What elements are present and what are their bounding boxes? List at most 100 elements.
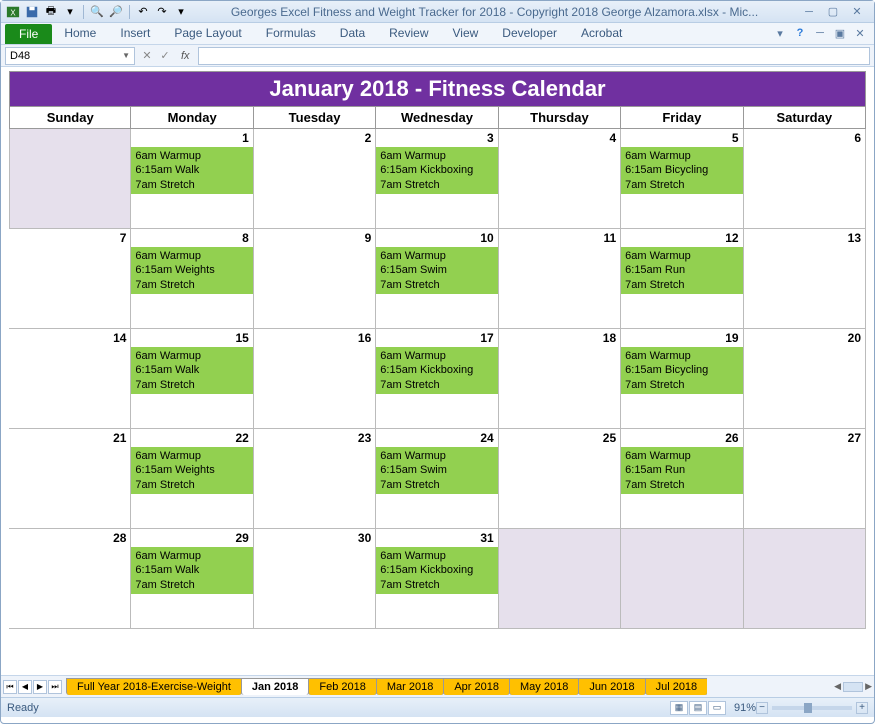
calendar-cell[interactable]: 316am Warmup6:15am Kickboxing7am Stretch bbox=[376, 529, 498, 629]
tab-nav-last-icon[interactable]: ⏭ bbox=[48, 680, 62, 694]
maximize-icon[interactable]: ▢ bbox=[824, 5, 842, 19]
ribbon-tab-page-layout[interactable]: Page Layout bbox=[162, 22, 253, 44]
tab-nav-first-icon[interactable]: ⏮ bbox=[3, 680, 17, 694]
calendar-cell[interactable]: 106am Warmup6:15am Swim7am Stretch bbox=[376, 229, 498, 329]
zoom-in-icon[interactable]: + bbox=[856, 702, 868, 714]
ribbon-tab-view[interactable]: View bbox=[441, 22, 491, 44]
close-icon[interactable]: ✕ bbox=[848, 5, 866, 19]
calendar-cell[interactable]: 296am Warmup6:15am Walk7am Stretch bbox=[131, 529, 253, 629]
doc-restore-icon[interactable]: ▣ bbox=[832, 25, 848, 41]
calendar-cell[interactable]: 7 bbox=[9, 229, 131, 329]
calendar-cell[interactable]: 4 bbox=[499, 129, 621, 229]
calendar-cell[interactable]: 25 bbox=[499, 429, 621, 529]
name-box-dropdown-icon[interactable]: ▼ bbox=[122, 51, 130, 60]
ribbon-tab-review[interactable]: Review bbox=[377, 22, 440, 44]
ribbon-tab-acrobat[interactable]: Acrobat bbox=[569, 22, 634, 44]
replace-icon[interactable]: 🔎 bbox=[108, 4, 124, 20]
calendar-cell[interactable]: 56am Warmup6:15am Bicycling7am Stretch bbox=[621, 129, 743, 229]
sheet-tab-jun-2018[interactable]: Jun 2018 bbox=[578, 678, 645, 695]
sheet-tab-apr-2018[interactable]: Apr 2018 bbox=[443, 678, 510, 695]
doc-close-icon[interactable]: ✕ bbox=[852, 25, 868, 41]
day-number: 2 bbox=[365, 131, 372, 145]
sheet-tab-jan-2018[interactable]: Jan 2018 bbox=[241, 678, 309, 695]
doc-minimize-icon[interactable]: ─ bbox=[812, 25, 828, 41]
event-item: 6:15am Kickboxing bbox=[380, 163, 493, 177]
zoom-slider[interactable] bbox=[772, 706, 852, 710]
view-normal-icon[interactable]: ▦ bbox=[670, 701, 688, 715]
calendar-cell[interactable]: 196am Warmup6:15am Bicycling7am Stretch bbox=[621, 329, 743, 429]
cancel-formula-icon[interactable]: ✕ bbox=[139, 49, 155, 62]
calendar-cell[interactable]: 246am Warmup6:15am Swim7am Stretch bbox=[376, 429, 498, 529]
hscroll-right-icon[interactable]: ▶ bbox=[865, 681, 872, 692]
calendar-cell[interactable]: 36am Warmup6:15am Kickboxing7am Stretch bbox=[376, 129, 498, 229]
calendar-cell[interactable]: 18 bbox=[499, 329, 621, 429]
help-icon[interactable]: ? bbox=[792, 25, 808, 41]
view-pagebreak-icon[interactable]: ▭ bbox=[708, 701, 726, 715]
enter-formula-icon[interactable]: ✓ bbox=[157, 49, 173, 62]
day-number: 31 bbox=[480, 531, 493, 545]
calendar-cell[interactable] bbox=[621, 529, 743, 629]
name-box[interactable]: D48 ▼ bbox=[5, 47, 135, 65]
calendar-cell[interactable] bbox=[499, 529, 621, 629]
find-icon[interactable]: 🔍 bbox=[89, 4, 105, 20]
ribbon-tab-data[interactable]: Data bbox=[328, 22, 377, 44]
day-number: 25 bbox=[603, 431, 616, 445]
calendar-cell[interactable]: 86am Warmup6:15am Weights7am Stretch bbox=[131, 229, 253, 329]
undo-icon[interactable]: ↶ bbox=[135, 4, 151, 20]
excel-icon[interactable]: X bbox=[5, 4, 21, 20]
formula-input[interactable] bbox=[198, 47, 870, 65]
calendar-cell[interactable]: 2 bbox=[254, 129, 376, 229]
calendar-cell[interactable]: 176am Warmup6:15am Kickboxing7am Stretch bbox=[376, 329, 498, 429]
zoom-out-icon[interactable]: − bbox=[756, 702, 768, 714]
calendar-cell[interactable]: 30 bbox=[254, 529, 376, 629]
calendar-cell[interactable]: 226am Warmup6:15am Weights7am Stretch bbox=[131, 429, 253, 529]
sheet-tab-feb-2018[interactable]: Feb 2018 bbox=[308, 678, 376, 695]
calendar-cell[interactable]: 27 bbox=[744, 429, 866, 529]
day-number: 29 bbox=[235, 531, 248, 545]
sheet-tab-may-2018[interactable]: May 2018 bbox=[509, 678, 579, 695]
hscroll-track[interactable] bbox=[843, 682, 863, 692]
calendar-cell[interactable]: 13 bbox=[744, 229, 866, 329]
calendar-cell[interactable]: 156am Warmup6:15am Walk7am Stretch bbox=[131, 329, 253, 429]
calendar-cell[interactable]: 28 bbox=[9, 529, 131, 629]
sheet-tab-mar-2018[interactable]: Mar 2018 bbox=[376, 678, 444, 695]
calendar-cell[interactable]: 20 bbox=[744, 329, 866, 429]
calendar-cell[interactable] bbox=[9, 129, 131, 229]
day-number: 15 bbox=[235, 331, 248, 345]
calendar-cell[interactable]: 266am Warmup6:15am Run7am Stretch bbox=[621, 429, 743, 529]
calendar-cell[interactable]: 6 bbox=[744, 129, 866, 229]
print-icon[interactable]: 🖶 bbox=[43, 4, 59, 20]
calendar-cell[interactable]: 11 bbox=[499, 229, 621, 329]
calendar-cell[interactable]: 23 bbox=[254, 429, 376, 529]
ribbon-tab-formulas[interactable]: Formulas bbox=[254, 22, 328, 44]
calendar-cell[interactable] bbox=[744, 529, 866, 629]
tab-nav-next-icon[interactable]: ▶ bbox=[33, 680, 47, 694]
file-tab[interactable]: File bbox=[5, 24, 52, 44]
ribbon-minimize-icon[interactable]: ▾ bbox=[772, 25, 788, 41]
qat-customize-icon[interactable]: ▾ bbox=[173, 4, 189, 20]
calendar-cell[interactable]: 9 bbox=[254, 229, 376, 329]
worksheet-area[interactable]: January 2018 - Fitness Calendar SundayMo… bbox=[1, 67, 874, 675]
zoom-level[interactable]: 91% bbox=[734, 702, 756, 714]
calendar-cell[interactable]: 16am Warmup6:15am Walk7am Stretch bbox=[131, 129, 253, 229]
ribbon-tab-insert[interactable]: Insert bbox=[108, 22, 162, 44]
ribbon-tab-home[interactable]: Home bbox=[52, 22, 108, 44]
day-header: Tuesday bbox=[254, 107, 376, 129]
print-preview-icon[interactable]: ▾ bbox=[62, 4, 78, 20]
save-icon[interactable] bbox=[24, 4, 40, 20]
event-item: 6am Warmup bbox=[380, 549, 493, 563]
calendar-cell[interactable]: 21 bbox=[9, 429, 131, 529]
tab-nav-prev-icon[interactable]: ◀ bbox=[18, 680, 32, 694]
calendar-cell[interactable]: 16 bbox=[254, 329, 376, 429]
calendar-title: January 2018 - Fitness Calendar bbox=[9, 71, 866, 107]
fx-label[interactable]: fx bbox=[177, 50, 194, 62]
redo-icon[interactable]: ↷ bbox=[154, 4, 170, 20]
calendar-cell[interactable]: 126am Warmup6:15am Run7am Stretch bbox=[621, 229, 743, 329]
ribbon-tab-developer[interactable]: Developer bbox=[490, 22, 569, 44]
sheet-tab-full-year-2018-exercise-weight[interactable]: Full Year 2018-Exercise-Weight bbox=[66, 678, 242, 695]
sheet-tab-jul-2018[interactable]: Jul 2018 bbox=[645, 678, 708, 695]
view-layout-icon[interactable]: ▤ bbox=[689, 701, 707, 715]
hscroll-left-icon[interactable]: ◀ bbox=[834, 681, 841, 692]
calendar-cell[interactable]: 14 bbox=[9, 329, 131, 429]
minimize-icon[interactable]: ─ bbox=[800, 5, 818, 19]
